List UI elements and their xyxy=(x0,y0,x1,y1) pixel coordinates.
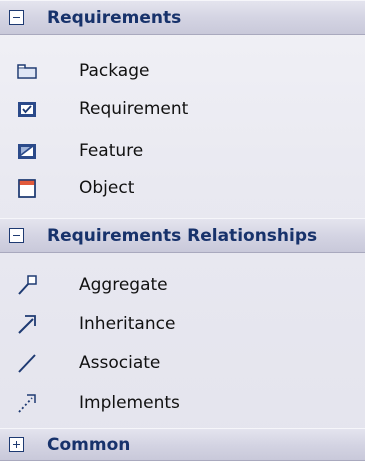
toolbox-item-requirement[interactable]: Requirement xyxy=(0,89,365,128)
section-title: Requirements Relationships xyxy=(47,225,318,246)
item-label: Requirement xyxy=(79,98,189,119)
item-label: Inheritance xyxy=(79,313,176,334)
feature-icon xyxy=(16,140,38,162)
implements-icon xyxy=(16,392,38,414)
toolbox-item-inheritance[interactable]: Inheritance xyxy=(0,304,365,343)
collapse-icon[interactable] xyxy=(9,10,24,25)
item-label: Feature xyxy=(79,140,144,161)
section-header-common[interactable]: Common xyxy=(0,428,365,461)
toolbox-item-implements[interactable]: Implements xyxy=(0,383,365,422)
section-header-requirements-relationships[interactable]: Requirements Relationships xyxy=(0,218,365,253)
package-icon xyxy=(16,60,38,82)
requirement-icon xyxy=(16,98,38,120)
item-label: Implements xyxy=(79,392,180,413)
expand-icon[interactable] xyxy=(9,437,24,452)
toolbox-item-aggregate[interactable]: Aggregate xyxy=(0,265,365,304)
section-title: Requirements xyxy=(47,7,182,28)
item-label: Associate xyxy=(79,352,161,373)
toolbox-item-feature[interactable]: Feature xyxy=(0,131,365,170)
collapse-icon[interactable] xyxy=(9,228,24,243)
item-label: Aggregate xyxy=(79,274,168,295)
aggregate-icon xyxy=(16,274,38,296)
item-label: Object xyxy=(79,177,135,198)
object-icon xyxy=(16,177,38,199)
section-title: Common xyxy=(47,434,131,455)
toolbox-panel: Requirements Package Requirement Feature… xyxy=(0,0,365,461)
section-header-requirements[interactable]: Requirements xyxy=(0,0,365,35)
toolbox-item-object[interactable]: Object xyxy=(0,168,365,207)
associate-icon xyxy=(16,352,38,374)
item-label: Package xyxy=(79,60,150,81)
toolbox-item-associate[interactable]: Associate xyxy=(0,343,365,382)
inheritance-icon xyxy=(16,313,38,335)
toolbox-item-package[interactable]: Package xyxy=(0,51,365,90)
